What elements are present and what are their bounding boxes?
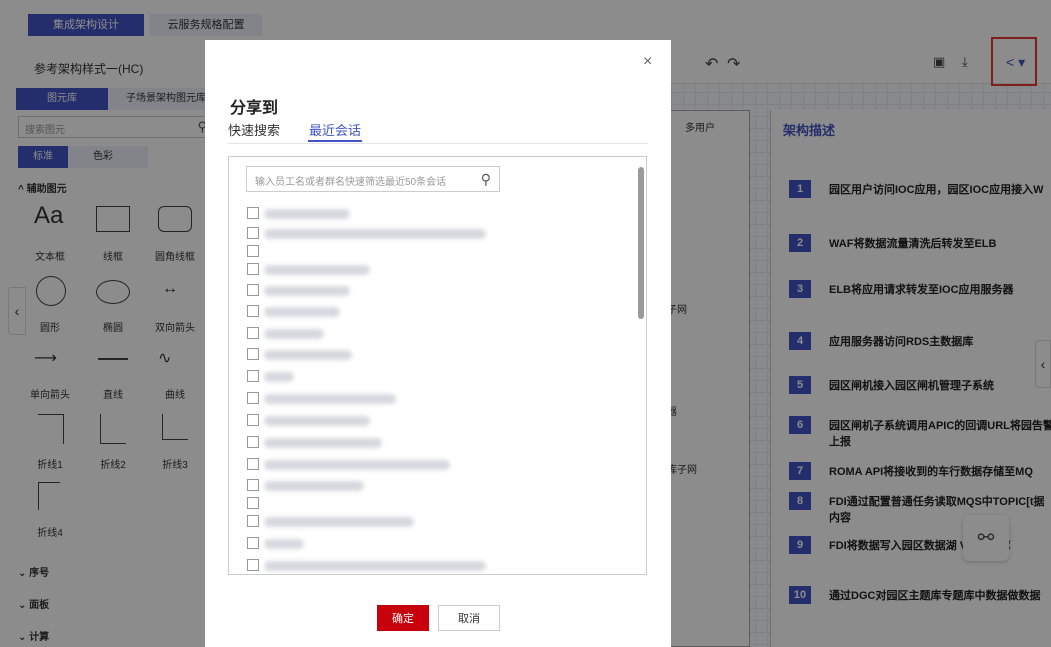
checkbox[interactable] [247, 436, 259, 448]
blurred-name [264, 229, 486, 239]
checkbox[interactable] [247, 263, 259, 275]
blurred-name [264, 307, 340, 317]
tab-recent-sessions[interactable]: 最近会话 [309, 120, 361, 139]
confirm-button[interactable]: 确定 [377, 605, 429, 631]
checkbox[interactable] [247, 227, 259, 239]
blurred-name [264, 265, 370, 275]
session-search-input[interactable]: 输入员工名或者群名快速筛选最近50条会话 ⚲ [246, 166, 500, 192]
blurred-name [264, 438, 382, 448]
blurred-name [264, 329, 324, 339]
blurred-name [264, 561, 486, 571]
blurred-name [264, 209, 350, 219]
checkbox[interactable] [247, 515, 259, 527]
blurred-name [264, 460, 450, 470]
checkbox[interactable] [247, 305, 259, 317]
checkbox[interactable] [247, 479, 259, 491]
checkbox[interactable] [247, 327, 259, 339]
blurred-name [264, 350, 352, 360]
session-search-placeholder: 输入员工名或者群名快速筛选最近50条会话 [255, 177, 447, 188]
checkbox[interactable] [247, 207, 259, 219]
blurred-name [264, 416, 370, 426]
checkbox[interactable] [247, 414, 259, 426]
close-icon[interactable]: × [643, 53, 652, 71]
checkbox[interactable] [247, 348, 259, 360]
checkbox[interactable] [247, 245, 259, 257]
blurred-name [264, 394, 396, 404]
cancel-button[interactable]: 取消 [438, 605, 500, 631]
checkbox[interactable] [247, 370, 259, 382]
tab-divider [228, 143, 648, 144]
blurred-name [264, 286, 350, 296]
blurred-name [264, 517, 414, 527]
checkbox[interactable] [247, 392, 259, 404]
checkbox[interactable] [247, 284, 259, 296]
checkbox[interactable] [247, 537, 259, 549]
blurred-name [264, 539, 304, 549]
tab-quick-search[interactable]: 快速搜索 [228, 120, 280, 139]
search-icon[interactable]: ⚲ [481, 171, 491, 188]
active-tab-indicator [308, 140, 362, 142]
session-list[interactable]: 输入员工名或者群名快速筛选最近50条会话 ⚲ [228, 156, 647, 575]
blurred-name [264, 372, 294, 382]
checkbox[interactable] [247, 497, 259, 509]
checkbox[interactable] [247, 559, 259, 571]
dialog-title: 分享到 [230, 100, 279, 117]
blurred-name [264, 481, 364, 491]
checkbox[interactable] [247, 458, 259, 470]
list-scrollbar[interactable] [638, 167, 644, 319]
share-dialog: × 分享到 快速搜索 最近会话 输入员工名或者群名快速筛选最近50条会话 ⚲ 确… [205, 40, 671, 647]
